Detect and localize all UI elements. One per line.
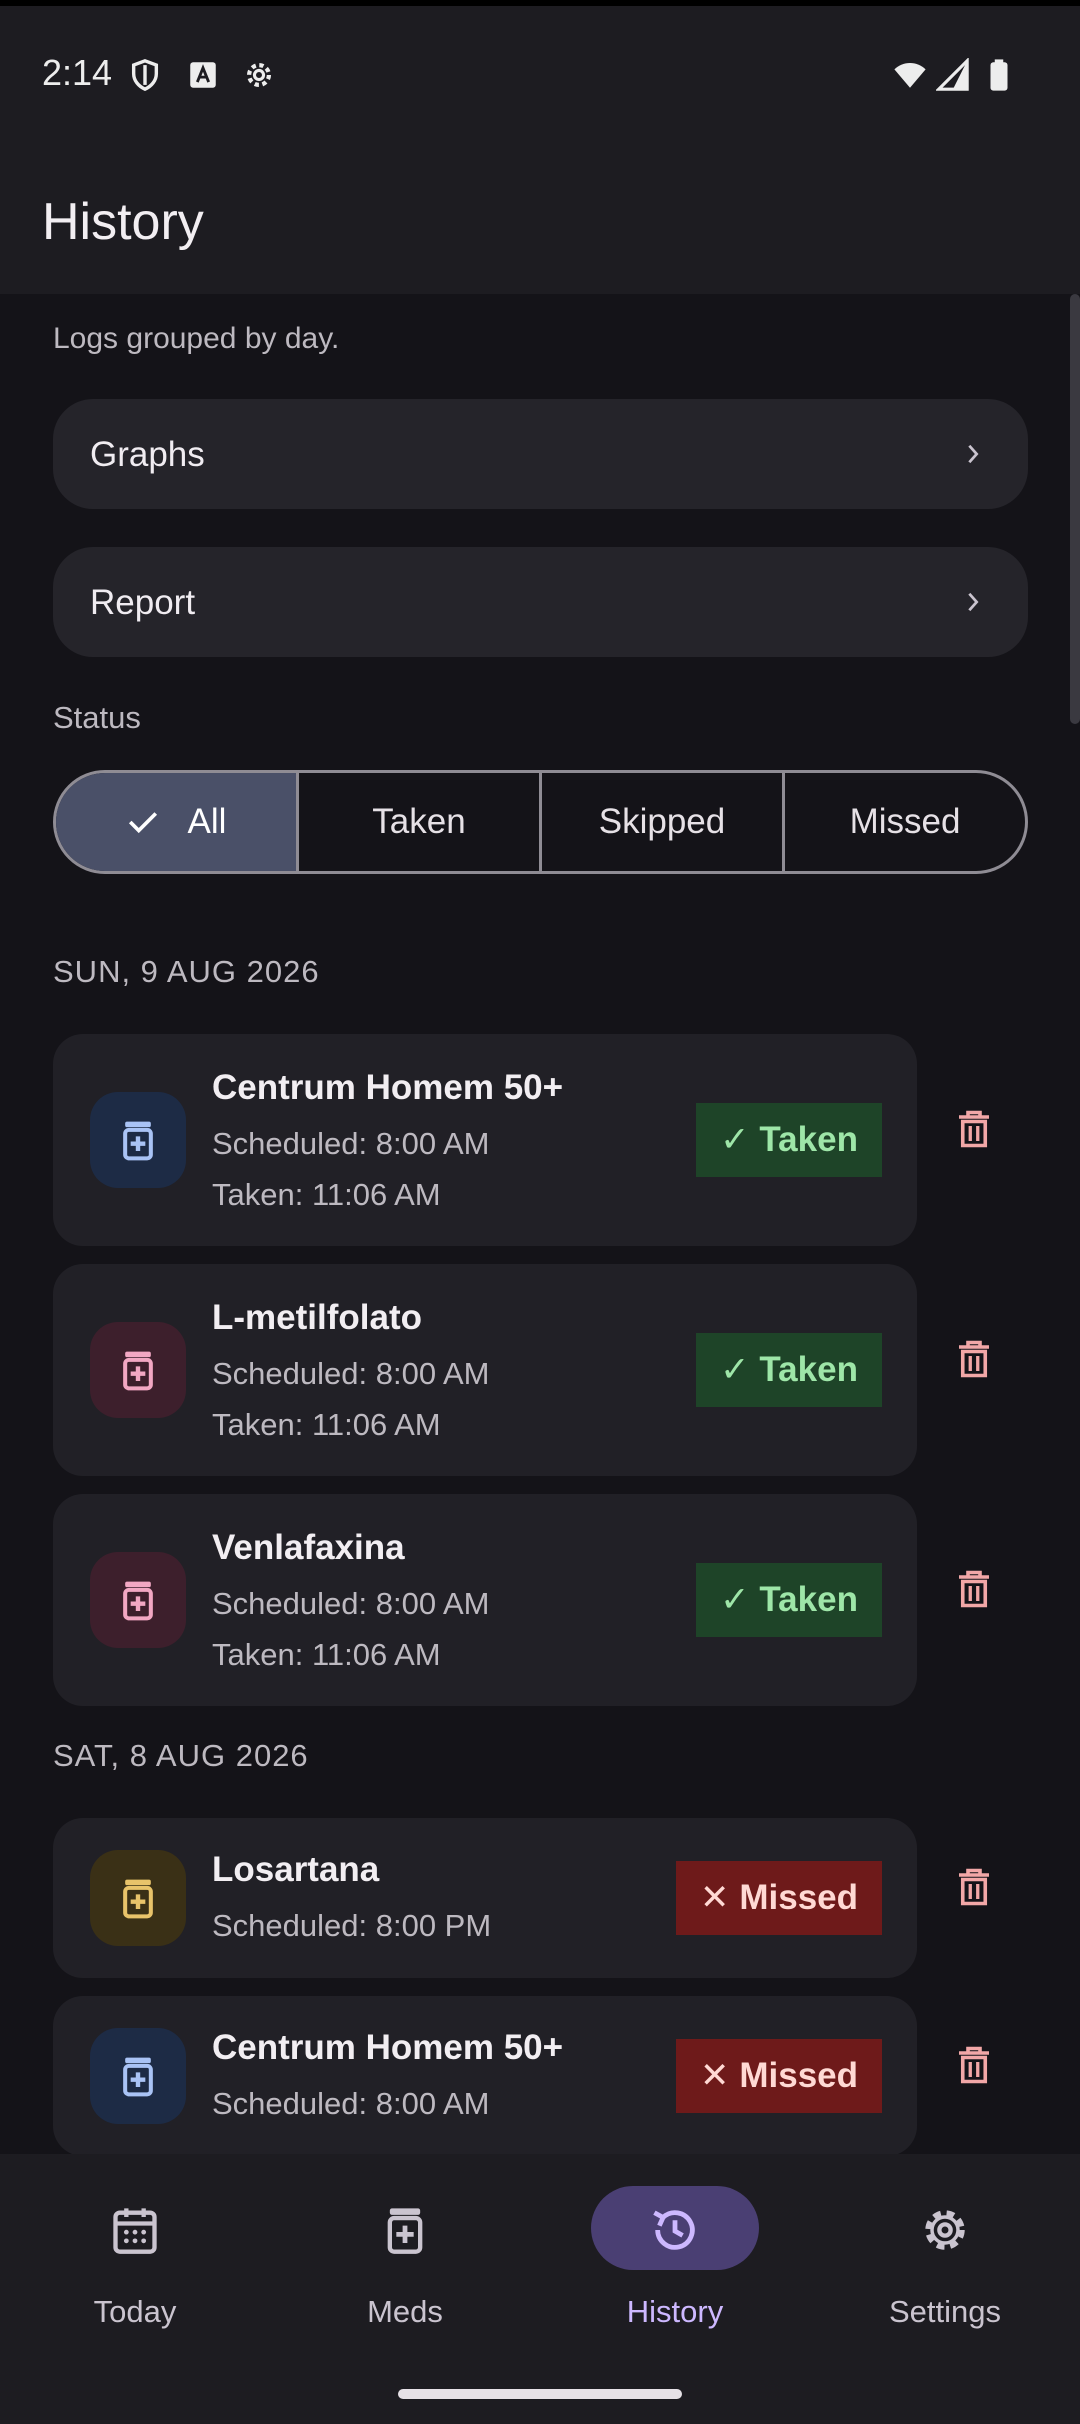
history-content[interactable]: Logs grouped by day. Graphs Report Statu… xyxy=(0,294,1080,2154)
log-card[interactable]: L-metilfolato Scheduled: 8:00 AM Taken: … xyxy=(53,1264,917,1476)
day-header: SAT, 8 AUG 2026 xyxy=(53,1738,309,1773)
status-badge: ✓ Taken xyxy=(696,1333,882,1407)
status-badge-label: Missed xyxy=(739,1878,858,1917)
page-subtitle: Logs grouped by day. xyxy=(53,322,340,355)
filter-missed-label: Missed xyxy=(849,802,961,841)
day-header: SUN, 9 AUG 2026 xyxy=(53,954,320,989)
shield-icon xyxy=(131,59,159,92)
filter-taken-label: Taken xyxy=(372,802,466,841)
nav-meds-label: Meds xyxy=(367,2294,443,2329)
pill-bottle-icon xyxy=(123,1879,153,1919)
scheduled-time: Scheduled: 8:00 AM xyxy=(212,2086,490,2121)
nav-meds[interactable]: Meds xyxy=(270,2186,540,2346)
scrollbar[interactable] xyxy=(1070,294,1080,724)
delete-icon[interactable] xyxy=(956,2045,992,2085)
filter-all-label: All xyxy=(187,802,227,841)
gear-icon xyxy=(925,2210,965,2250)
gear-icon xyxy=(246,62,272,88)
delete-icon[interactable] xyxy=(956,1867,992,1907)
wifi-icon xyxy=(894,62,926,88)
delete-icon[interactable] xyxy=(956,1109,992,1149)
status-badge-label: Taken xyxy=(759,1580,858,1619)
filter-skipped[interactable]: Skipped xyxy=(542,773,785,871)
med-name: L-metilfolato xyxy=(212,1298,422,1337)
taken-time: Taken: 11:06 AM xyxy=(212,1407,441,1442)
med-icon xyxy=(90,1092,186,1188)
graphs-label: Graphs xyxy=(90,435,205,474)
log-card[interactable]: Centrum Homem 50+ Scheduled: 8:00 AM Tak… xyxy=(53,1034,917,1246)
med-name: Losartana xyxy=(212,1850,380,1889)
med-icon xyxy=(90,2028,186,2124)
log-card[interactable]: Losartana Scheduled: 8:00 PM ✕ Missed xyxy=(53,1818,917,1978)
report-label: Report xyxy=(90,583,196,622)
pill-bottle-icon xyxy=(123,1351,153,1391)
status-bar: 2:14 xyxy=(0,0,1080,140)
graphs-card[interactable]: Graphs xyxy=(53,399,1028,509)
bottom-navigation: Today Meds History Settings xyxy=(0,2154,1080,2424)
delete-icon[interactable] xyxy=(956,1339,992,1379)
check-icon: ✓ xyxy=(720,1120,750,1159)
filter-taken[interactable]: Taken xyxy=(299,773,542,871)
chevron-right-icon xyxy=(968,444,979,464)
close-icon: ✕ xyxy=(700,2056,730,2095)
log-card[interactable]: Venlafaxina Scheduled: 8:00 AM Taken: 11… xyxy=(53,1494,917,1706)
log-card[interactable]: Centrum Homem 50+ Scheduled: 8:00 AM ✕ M… xyxy=(53,1996,917,2154)
status-badge: ✕ Missed xyxy=(676,2039,882,2113)
nav-history[interactable]: History xyxy=(540,2186,810,2346)
home-indicator[interactable] xyxy=(398,2389,682,2399)
taken-time: Taken: 11:06 AM xyxy=(212,1637,441,1672)
filter-missed[interactable]: Missed xyxy=(785,773,1025,871)
signal-icon xyxy=(936,58,969,91)
calendar-icon xyxy=(113,2208,157,2254)
filter-skipped-label: Skipped xyxy=(598,802,726,841)
taken-time: Taken: 11:06 AM xyxy=(212,1177,441,1212)
med-icon xyxy=(90,1552,186,1648)
pill-bottle-icon xyxy=(123,1581,153,1621)
check-icon: ✓ xyxy=(720,1350,750,1389)
battery-icon xyxy=(990,59,1008,91)
delete-icon[interactable] xyxy=(956,1569,992,1609)
med-icon xyxy=(90,1850,186,1946)
status-time: 2:14 xyxy=(42,52,113,93)
scheduled-time: Scheduled: 8:00 AM xyxy=(212,1586,490,1621)
med-name: Centrum Homem 50+ xyxy=(212,1068,564,1107)
pill-bottle-icon xyxy=(123,2057,153,2097)
med-name: Venlafaxina xyxy=(212,1528,405,1567)
status-filter-segmented: All Taken Skipped Missed xyxy=(53,770,1028,874)
nav-history-label: History xyxy=(626,2294,724,2329)
status-badge-label: Taken xyxy=(759,1350,858,1389)
nav-today[interactable]: Today xyxy=(0,2186,270,2346)
med-icon xyxy=(90,1322,186,1418)
close-icon: ✕ xyxy=(700,1878,730,1917)
page-title: History xyxy=(42,193,204,251)
med-name: Centrum Homem 50+ xyxy=(212,2028,564,2067)
check-icon xyxy=(128,812,157,834)
history-icon xyxy=(653,2210,695,2250)
nav-settings[interactable]: Settings xyxy=(810,2186,1080,2346)
filter-all[interactable]: All xyxy=(56,773,299,871)
report-card[interactable]: Report xyxy=(53,547,1028,657)
status-badge: ✕ Missed xyxy=(676,1861,882,1935)
scheduled-time: Scheduled: 8:00 PM xyxy=(212,1908,492,1943)
status-badge: ✓ Taken xyxy=(696,1563,882,1637)
pill-bottle-icon xyxy=(123,1121,153,1161)
pill-bottle-icon xyxy=(387,2208,423,2254)
status-badge-label: Taken xyxy=(759,1120,858,1159)
status-badge-label: Missed xyxy=(739,2056,858,2095)
top-app-bar: History xyxy=(0,140,1080,294)
scheduled-time: Scheduled: 8:00 AM xyxy=(212,1356,490,1391)
nav-settings-label: Settings xyxy=(888,2294,1001,2329)
chevron-right-icon xyxy=(968,592,979,612)
nav-today-label: Today xyxy=(93,2294,177,2329)
check-icon: ✓ xyxy=(720,1580,750,1619)
status-filter-label: Status xyxy=(53,700,141,735)
status-badge: ✓ Taken xyxy=(696,1103,882,1177)
keyboard-a-icon xyxy=(190,62,216,88)
scheduled-time: Scheduled: 8:00 AM xyxy=(212,1126,490,1161)
